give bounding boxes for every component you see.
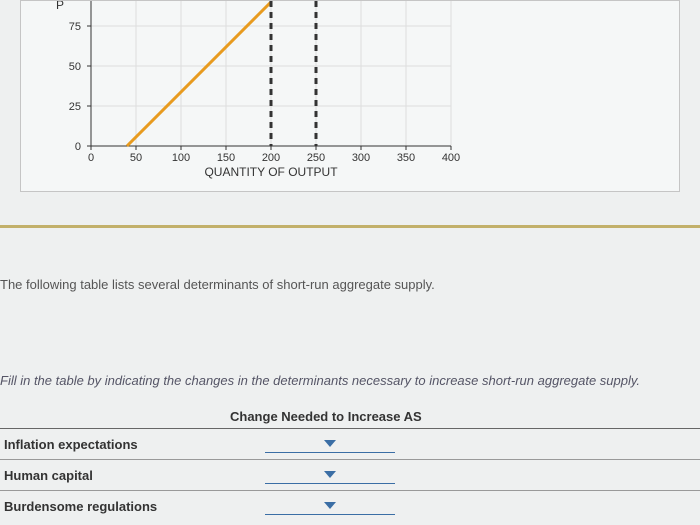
- x-tick-400: 400: [442, 152, 460, 164]
- table-row: Human capital: [0, 460, 700, 491]
- table-header-row: Change Needed to Increase AS: [0, 405, 700, 429]
- x-tick-100: 100: [172, 152, 190, 164]
- intro-paragraph: The following table lists several determ…: [0, 277, 435, 292]
- instruction-paragraph: Fill in the table by indicating the chan…: [0, 373, 640, 388]
- sras-line: [127, 2, 271, 146]
- x-tick-0: 0: [88, 152, 94, 164]
- determinant-label: Burdensome regulations: [0, 499, 230, 514]
- change-dropdown-human-capital[interactable]: [265, 466, 395, 484]
- y-tick-50: 50: [69, 61, 81, 73]
- x-tick-150: 150: [217, 152, 235, 164]
- chevron-down-icon: [324, 471, 336, 478]
- chevron-down-icon: [324, 502, 336, 509]
- determinants-table: Change Needed to Increase AS Inflation e…: [0, 405, 700, 521]
- change-dropdown-inflation[interactable]: [265, 435, 395, 453]
- x-tick-300: 300: [352, 152, 370, 164]
- table-row: Burdensome regulations: [0, 491, 700, 521]
- table-row: Inflation expectations: [0, 429, 700, 460]
- x-tick-50: 50: [130, 152, 142, 164]
- x-tick-200: 200: [262, 152, 280, 164]
- chart-panel: 0 25 50 75 0 50 100 150 200 250 300 350 …: [20, 0, 680, 192]
- section-divider: [0, 225, 700, 228]
- determinant-label: Inflation expectations: [0, 437, 230, 452]
- x-tick-250: 250: [307, 152, 325, 164]
- y-tick-25: 25: [69, 101, 81, 113]
- sras-chart: 0 25 50 75 0 50 100 150 200 250 300 350 …: [51, 1, 471, 181]
- x-axis-label: QUANTITY OF OUTPUT: [204, 165, 338, 179]
- chevron-down-icon: [324, 440, 336, 447]
- change-dropdown-regulations[interactable]: [265, 497, 395, 515]
- y-tick-0: 0: [75, 141, 81, 153]
- y-tick-75: 75: [69, 21, 81, 33]
- x-tick-350: 350: [397, 152, 415, 164]
- determinant-label: Human capital: [0, 468, 230, 483]
- y-axis-label: P: [56, 1, 64, 12]
- column-header-change: Change Needed to Increase AS: [230, 409, 422, 424]
